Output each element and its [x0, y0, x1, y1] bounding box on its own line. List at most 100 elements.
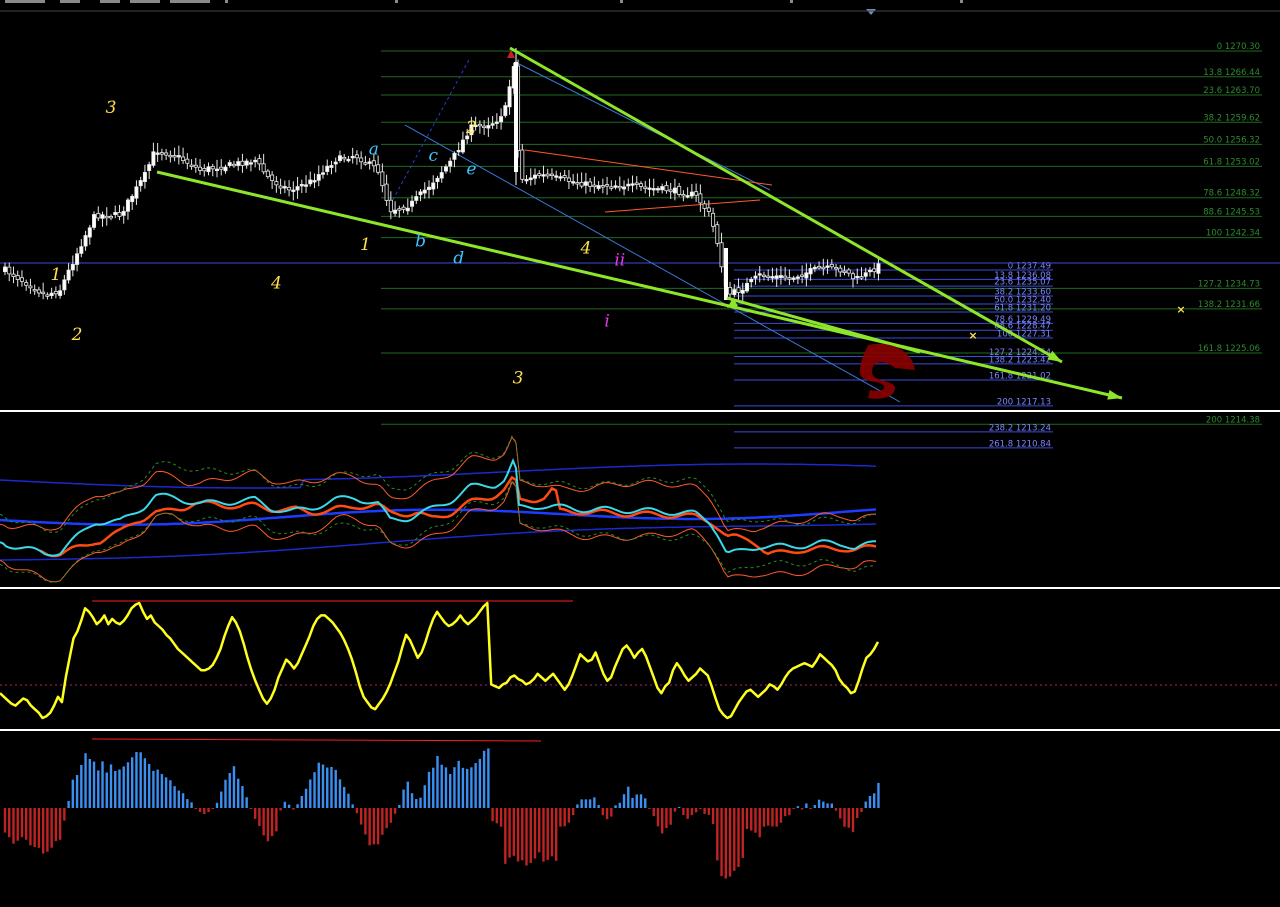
histogram-bar — [152, 770, 155, 808]
histogram-bar — [245, 797, 248, 808]
histogram-bar — [449, 773, 452, 808]
candle-body — [651, 188, 656, 191]
candle-body — [846, 269, 851, 274]
fib-level-label: 61.8 1253.02 — [1203, 157, 1260, 167]
candle-body — [681, 194, 686, 197]
histogram-bar — [627, 786, 630, 808]
histogram-bar — [495, 808, 499, 824]
fib-sub-level-label: 261.8 1210.84 — [989, 439, 1051, 449]
candle-body — [825, 265, 830, 268]
candle-body — [138, 180, 143, 187]
histogram-bar — [792, 808, 795, 809]
candle-body — [62, 279, 67, 291]
candle-body — [125, 199, 130, 212]
fib-sub-level-label: 200 1217.13 — [997, 397, 1051, 407]
candle-body — [164, 152, 169, 156]
histogram-bar — [750, 808, 753, 831]
candle-body — [96, 212, 101, 219]
candle-body — [575, 182, 580, 185]
candle-body — [855, 275, 860, 279]
candle-body — [393, 209, 398, 214]
candle-body — [155, 152, 160, 155]
candle-body — [486, 125, 491, 129]
candle-body — [274, 181, 279, 186]
candle-body — [592, 184, 597, 188]
histogram-bar — [644, 798, 647, 808]
histogram-bar — [190, 802, 193, 808]
candle-body — [719, 242, 724, 268]
fib-level-label: 78.6 1248.32 — [1203, 189, 1260, 199]
candle-body — [859, 276, 864, 279]
candle-body — [49, 292, 54, 297]
histogram-bar — [207, 808, 210, 813]
candle-body — [605, 184, 610, 187]
histogram-bar — [309, 779, 312, 808]
candle-body — [443, 166, 448, 172]
histogram-bar — [135, 752, 138, 808]
candle-body — [117, 212, 122, 217]
histogram-bar — [779, 808, 783, 823]
candle-body — [159, 152, 164, 155]
candle-body — [728, 286, 733, 295]
histogram-bar — [109, 764, 113, 808]
histogram-bar — [796, 806, 800, 808]
histogram-bar — [122, 766, 125, 808]
histogram-bar — [164, 777, 168, 808]
histogram-bar — [453, 767, 456, 808]
candle-body — [410, 200, 415, 207]
candle-body — [87, 227, 92, 238]
histogram-bar — [877, 782, 880, 808]
candle-body — [524, 179, 529, 182]
candle-body — [643, 186, 648, 189]
candle-body — [359, 157, 364, 163]
histogram-bar — [330, 766, 333, 808]
histogram-bar — [419, 797, 422, 808]
fib-level-label: 100 1242.34 — [1206, 229, 1260, 239]
histogram-bar — [665, 808, 668, 829]
candle-body — [66, 269, 71, 281]
candle-body — [800, 274, 805, 277]
histogram-bar — [368, 808, 371, 846]
candle-body — [834, 267, 839, 270]
candle-body — [783, 275, 788, 279]
candle-body — [613, 185, 618, 188]
histogram-bar — [8, 808, 11, 838]
histogram-bar — [588, 799, 592, 808]
candle-body — [24, 282, 29, 286]
histogram-bar — [822, 801, 825, 808]
candle-body — [842, 270, 847, 273]
candle-body — [325, 165, 330, 172]
fib-level-label: 23.6 1263.70 — [1203, 86, 1260, 96]
candle-body — [566, 177, 571, 182]
histogram-bar — [686, 808, 689, 819]
histogram-bar — [139, 752, 142, 808]
histogram-bar — [470, 767, 473, 808]
histogram-bar — [287, 804, 291, 808]
candle-body — [70, 264, 75, 271]
histogram-bar — [622, 794, 626, 808]
candle-body — [15, 275, 20, 280]
histogram-bar — [266, 808, 270, 842]
candle-body — [588, 181, 593, 187]
histogram-bar — [461, 767, 465, 808]
histogram-bar — [118, 769, 121, 808]
candle-body — [808, 268, 813, 275]
candle-body — [287, 186, 292, 191]
toolbar-remnant — [620, 0, 623, 3]
histogram-bar — [389, 808, 393, 823]
histogram-bar — [126, 762, 130, 808]
histogram-bar — [228, 772, 231, 808]
histogram-bar — [635, 794, 638, 808]
histogram-bar — [669, 808, 672, 825]
histogram-bar — [423, 785, 426, 808]
candle-body — [320, 172, 325, 175]
histogram-bar — [699, 808, 702, 809]
histogram-bar — [232, 766, 236, 808]
histogram-bar — [283, 801, 287, 808]
histogram-bar — [410, 793, 414, 808]
candle-body — [337, 155, 342, 162]
fib-level-label: 88.6 1245.53 — [1203, 207, 1260, 217]
candle-body — [672, 187, 677, 194]
candle-body — [384, 183, 389, 201]
candle-body — [460, 139, 465, 153]
